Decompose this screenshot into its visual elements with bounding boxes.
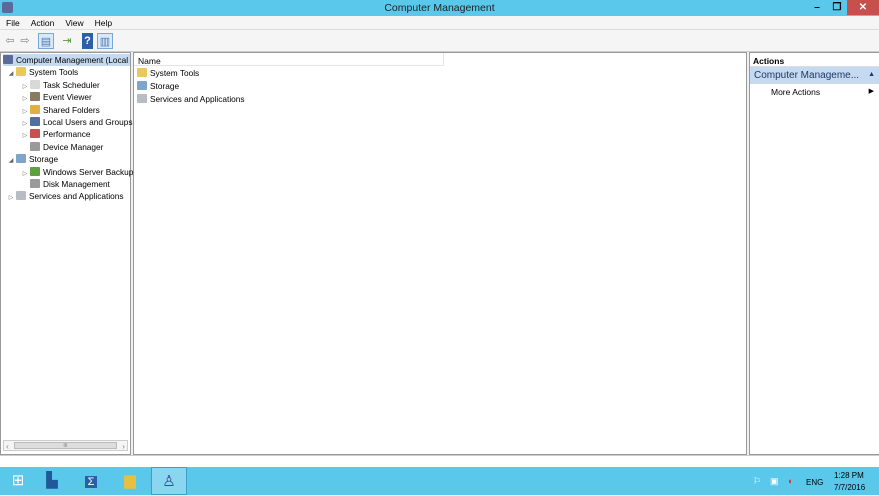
- tree-item-label: Disk Management: [43, 179, 110, 189]
- content-pane: Name System Tools Storage Services and A…: [133, 52, 747, 455]
- expander-icon[interactable]: ◢: [6, 68, 16, 80]
- node-icon: [30, 166, 40, 176]
- actions-section-computer-management[interactable]: Computer Manageme... ▲: [750, 67, 879, 84]
- menu-bar: File Action View Help: [0, 16, 879, 30]
- tree-item-label: Computer Management (Local: [16, 55, 129, 65]
- node-icon: [30, 129, 40, 139]
- network-icon[interactable]: ▣: [770, 476, 779, 487]
- services-icon: [137, 94, 147, 103]
- volume-muted-icon[interactable]: ◖: [787, 476, 792, 486]
- menu-view[interactable]: View: [59, 16, 88, 28]
- clock-time[interactable]: 1:28 PM: [834, 471, 864, 480]
- node-icon: [30, 79, 40, 89]
- close-button[interactable]: ✕: [847, 0, 879, 15]
- status-bar: [0, 455, 879, 467]
- tree-item[interactable]: Device Manager: [20, 141, 103, 153]
- tree-item[interactable]: ▷ Windows Server Backup: [20, 166, 133, 178]
- minimize-button[interactable]: –: [807, 0, 827, 15]
- actions-pane: Actions Computer Manageme... ▲ More Actio…: [749, 52, 879, 455]
- window-title: Computer Management: [384, 2, 495, 14]
- help-icon[interactable]: ?: [82, 33, 93, 49]
- tree-item[interactable]: ◢ Storage: [6, 153, 58, 165]
- menu-action[interactable]: Action: [25, 16, 60, 28]
- tree-item-label: Storage: [29, 154, 59, 165]
- system-tools-icon: [137, 68, 147, 77]
- forward-arrow-icon[interactable]: ⇨: [17, 33, 33, 49]
- node-icon: [30, 179, 40, 188]
- tree-item[interactable]: ▷ Shared Folders: [20, 104, 100, 116]
- scroll-thumb[interactable]: III: [14, 442, 117, 449]
- list-item[interactable]: System Tools: [137, 67, 199, 79]
- menu-file[interactable]: File: [0, 16, 25, 28]
- node-icon: [30, 117, 40, 126]
- console-tree: Computer Management (Local ◢ System Tools ▷…: [0, 52, 133, 455]
- tree-item-label: Shared Folders: [43, 104, 100, 115]
- node-icon: [16, 67, 26, 77]
- node-icon: [3, 55, 13, 64]
- toolbar: ⇦ ⇨ ▤ ⇥ ? ▥: [0, 30, 879, 52]
- list-item[interactable]: Storage: [137, 80, 179, 92]
- submenu-arrow-icon: ▶: [868, 88, 874, 95]
- list-item[interactable]: Services and Applications: [137, 93, 245, 105]
- scroll-left-button[interactable]: ‹: [6, 441, 9, 451]
- tree-item[interactable]: Disk Management: [20, 178, 110, 190]
- show-hide-console-tree-icon[interactable]: ▤: [38, 33, 54, 49]
- collapse-icon[interactable]: ▲: [868, 71, 875, 78]
- tree-item-label: Local Users and Groups: [43, 117, 133, 127]
- scroll-right-button[interactable]: ›: [122, 441, 125, 451]
- actions-header: Actions: [750, 53, 879, 67]
- tree-item[interactable]: ▷ Event Viewer: [20, 91, 92, 103]
- show-hide-action-pane-icon[interactable]: ▥: [97, 33, 113, 49]
- powershell-icon[interactable]: Σ: [73, 467, 109, 495]
- storage-icon: [137, 81, 147, 90]
- tree-item-label: Task Scheduler: [43, 79, 100, 90]
- tree-item-label: Performance: [43, 129, 91, 140]
- clock-date[interactable]: 7/7/2016: [834, 483, 865, 492]
- export-list-icon[interactable]: ⇥: [59, 33, 75, 49]
- tree-item[interactable]: ▷ Services and Applications: [6, 190, 124, 202]
- node-icon: [30, 104, 40, 114]
- computer-management-task-icon[interactable]: ♙: [151, 467, 187, 495]
- tree-item[interactable]: ◢ System Tools: [6, 66, 78, 78]
- horizontal-scrollbar[interactable]: ‹ III ›: [3, 440, 128, 451]
- file-explorer-icon[interactable]: ▆: [112, 467, 148, 495]
- tree-item[interactable]: ▷ Task Scheduler: [20, 79, 100, 91]
- menu-help[interactable]: Help: [89, 16, 117, 28]
- node-icon: [30, 92, 40, 102]
- column-header-name[interactable]: Name: [134, 53, 444, 66]
- tree-item[interactable]: ▷ Local Users and Groups: [20, 116, 132, 128]
- restore-button[interactable]: ❐: [827, 0, 847, 15]
- start-button[interactable]: ⊞: [0, 467, 36, 495]
- expander-icon[interactable]: ▷: [6, 192, 16, 204]
- tree-item-label: Services and Applications: [29, 191, 124, 202]
- tree-item[interactable]: Computer Management (Local: [3, 54, 130, 66]
- taskbar: ⊞ ▙ Σ ▆ ♙ ⚐ ▣ ◖ ENG 1:28 PM 7/7/2016: [0, 467, 879, 495]
- node-icon: [30, 141, 40, 151]
- back-arrow-icon[interactable]: ⇦: [2, 33, 18, 49]
- tree-item-label: Device Manager: [43, 141, 104, 152]
- tree-item-label: System Tools: [29, 67, 79, 78]
- flag-icon[interactable]: ⚐: [753, 476, 761, 487]
- more-actions-item[interactable]: More Actions ▶: [750, 84, 879, 98]
- node-icon: [16, 154, 26, 164]
- node-icon: [16, 191, 26, 201]
- language-indicator[interactable]: ENG: [806, 478, 823, 487]
- server-manager-icon[interactable]: ▙: [34, 467, 70, 495]
- tree-item-label: Windows Server Backup: [43, 166, 134, 177]
- expander-icon[interactable]: ◢: [6, 155, 16, 167]
- title-bar: Computer Management – ❐ ✕: [0, 0, 879, 16]
- tree-item[interactable]: ▷ Performance: [20, 128, 91, 140]
- tree-item-label: Event Viewer: [43, 92, 92, 103]
